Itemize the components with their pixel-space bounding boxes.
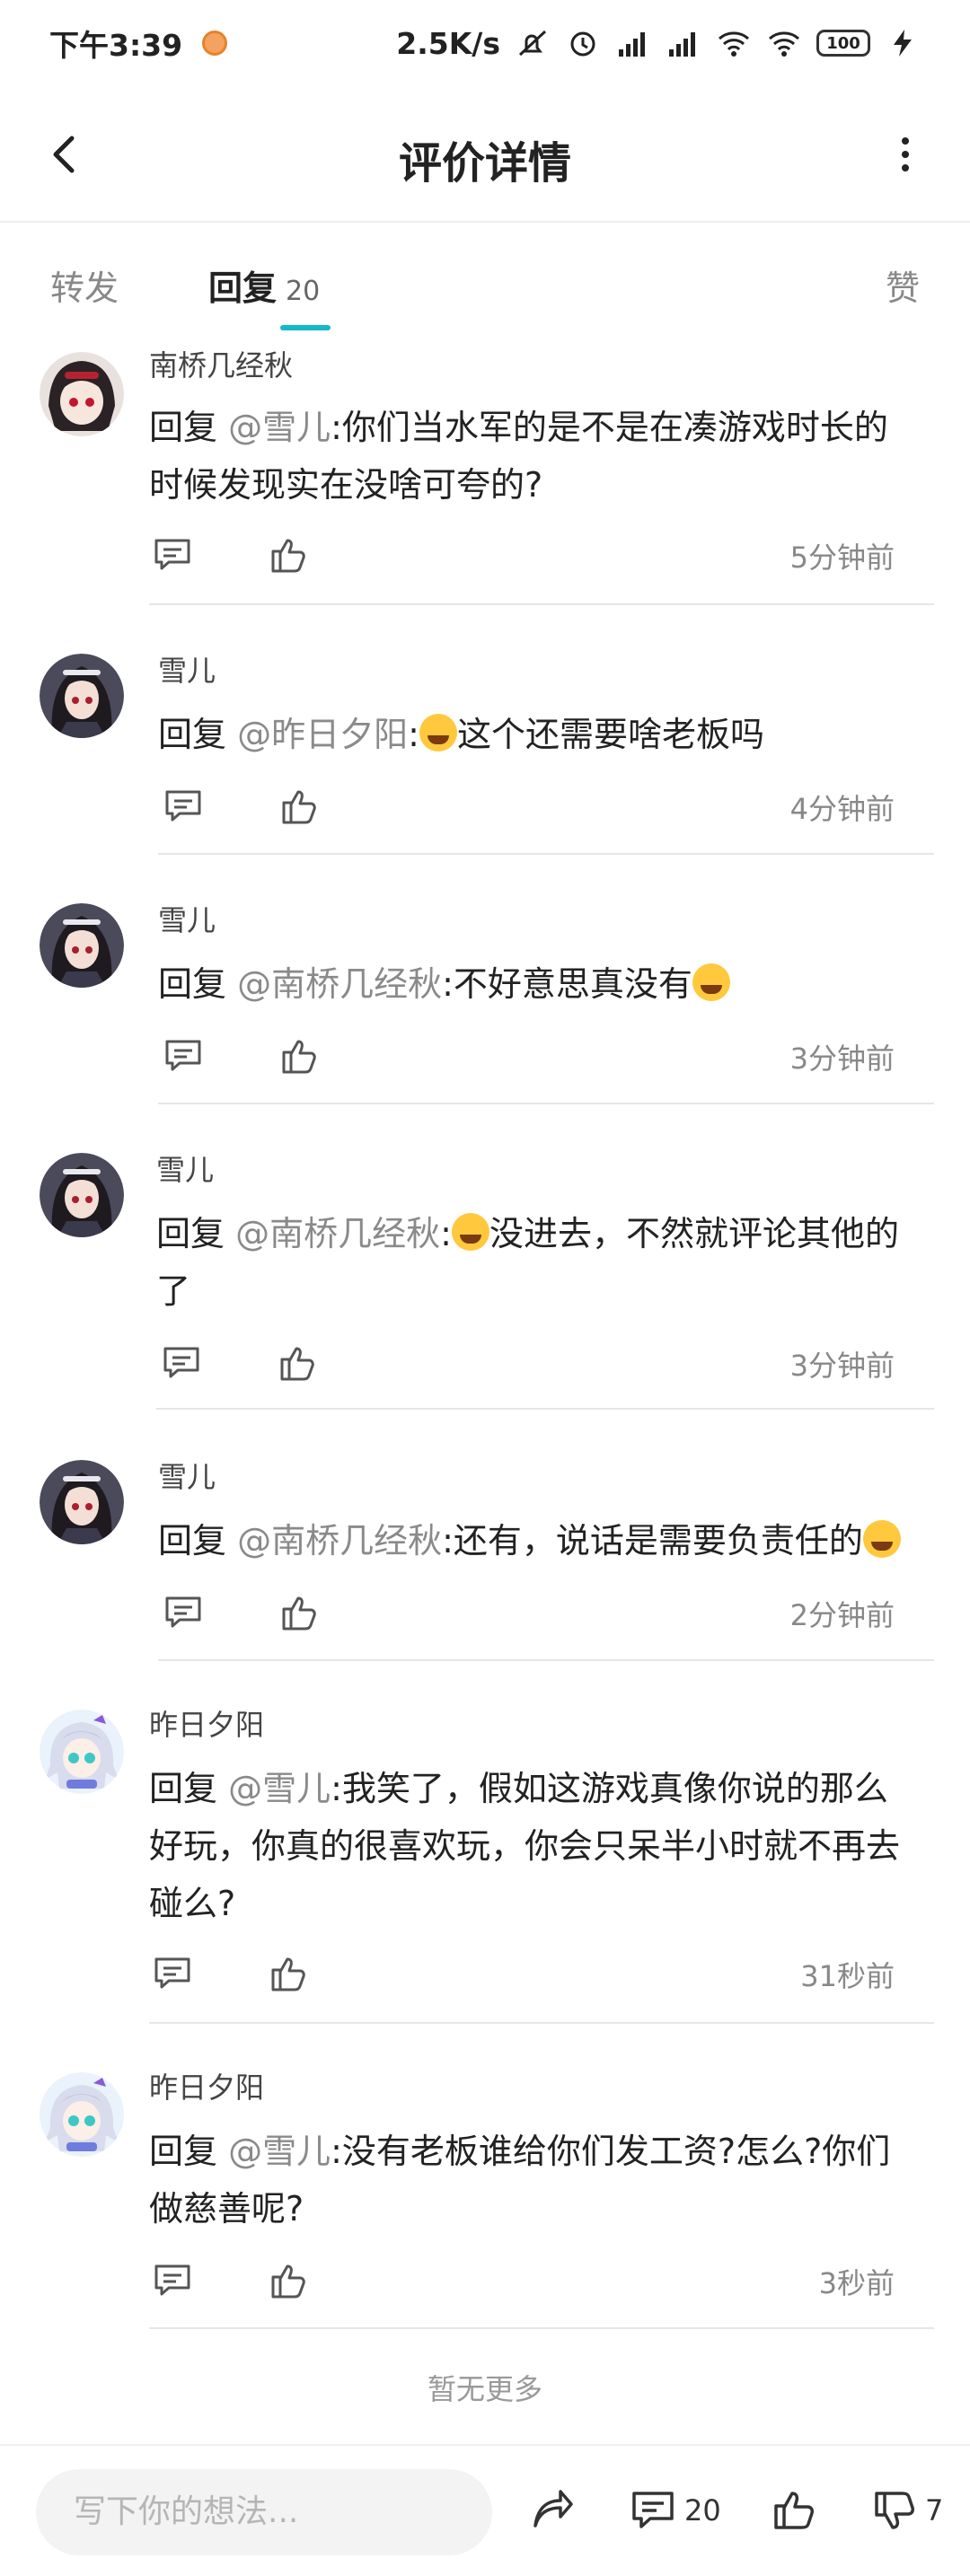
reply-comment-icon[interactable] bbox=[151, 1952, 194, 1995]
more-vertical-icon[interactable] bbox=[877, 126, 934, 183]
comment-time: 2分钟前 bbox=[789, 1598, 895, 1632]
mention-link[interactable]: @雪儿 bbox=[228, 408, 331, 447]
divider bbox=[156, 1408, 934, 1410]
comment-text: 回复 @南桥几经秋: 没进去，不然就评论其他的了 bbox=[156, 1213, 899, 1311]
avatar[interactable] bbox=[40, 654, 124, 738]
comment-author[interactable]: 昨日夕阳 bbox=[149, 2065, 264, 2106]
grin-emoji-icon bbox=[862, 1520, 901, 1558]
thumbs-up-icon[interactable] bbox=[266, 533, 309, 576]
signal-hd-icon bbox=[619, 32, 645, 57]
tab-bar: 转发 回复 20 赞 bbox=[0, 224, 970, 330]
no-more-text: 暂无更多 bbox=[427, 2372, 542, 2406]
page-title: 评价详情 bbox=[398, 138, 571, 189]
thumbs-up-icon bbox=[774, 2492, 814, 2529]
alarm-icon bbox=[570, 31, 595, 57]
tab-like[interactable]: 赞 bbox=[886, 260, 920, 310]
network-speed: 2.5K/s bbox=[396, 25, 500, 61]
comment-input[interactable]: 写下你的想法... bbox=[36, 2469, 492, 2555]
thumbs-up-icon[interactable] bbox=[266, 1952, 309, 1995]
charging-icon bbox=[894, 30, 912, 57]
thumbs-down-icon bbox=[875, 2492, 914, 2529]
tab-forward[interactable]: 转发 bbox=[50, 260, 119, 310]
comment-text: 回复 @昨日夕阳: 这个还需要啥老板吗 bbox=[158, 714, 764, 754]
comment-time: 31秒前 bbox=[800, 1959, 895, 1993]
laugh-cry-emoji-icon bbox=[451, 1213, 489, 1251]
mention-link[interactable]: @雪儿 bbox=[228, 1769, 331, 1808]
divider bbox=[149, 2022, 934, 2024]
mention-link[interactable]: @南桥几经秋 bbox=[235, 1214, 440, 1253]
comments-button[interactable]: 20 bbox=[629, 2485, 721, 2536]
mention-link[interactable]: @南桥几经秋 bbox=[237, 964, 442, 1004]
avatar[interactable] bbox=[40, 1153, 124, 1237]
divider bbox=[149, 2327, 934, 2329]
dislike-button[interactable]: 7 bbox=[869, 2485, 943, 2536]
reply-comment-icon[interactable] bbox=[162, 1034, 205, 1077]
comment-text: 回复 @南桥几经秋:还有，说话是需要负责任的 bbox=[158, 1512, 948, 1569]
avatar[interactable] bbox=[40, 352, 124, 436]
signal-hd-icon-2 bbox=[669, 32, 695, 57]
comment-text: 回复 @雪儿:你们当水军的是不是在凑游戏时长的时候发现实在没啥可夸的? bbox=[149, 408, 888, 505]
comment-author[interactable]: 雪儿 bbox=[158, 648, 216, 690]
thumbs-up-icon[interactable] bbox=[266, 2259, 309, 2302]
share-button[interactable] bbox=[528, 2485, 577, 2536]
reply-comment-icon[interactable] bbox=[151, 533, 194, 576]
mention-link[interactable]: @雪儿 bbox=[228, 2132, 331, 2171]
clock: 下午3:39 bbox=[49, 28, 183, 63]
comment-text: 回复 @南桥几经秋:不好意思真没有 bbox=[158, 955, 930, 1013]
reply-comment-icon[interactable] bbox=[160, 1341, 203, 1385]
comment-icon bbox=[632, 2492, 674, 2528]
share-icon bbox=[534, 2490, 573, 2528]
wifi-icon-2 bbox=[769, 31, 799, 57]
dislike-count: 7 bbox=[925, 2493, 944, 2528]
status-bar: 下午3:39 2.5K/s 100 bbox=[0, 0, 970, 86]
comment-time: 3秒前 bbox=[818, 2266, 895, 2300]
header: 评价详情 bbox=[0, 86, 970, 223]
bottom-action-bar: 写下你的想法... 20 7 bbox=[0, 2444, 970, 2576]
avatar[interactable] bbox=[40, 1460, 124, 1544]
avatar[interactable] bbox=[40, 2072, 124, 2157]
avatar[interactable] bbox=[40, 903, 124, 988]
comment-author[interactable]: 雪儿 bbox=[158, 1455, 216, 1496]
thumbs-up-icon[interactable] bbox=[277, 1034, 320, 1077]
comment-author[interactable]: 昨日夕阳 bbox=[149, 1702, 264, 1744]
comment-author[interactable]: 雪儿 bbox=[158, 898, 216, 939]
mute-icon bbox=[518, 30, 547, 57]
comment-text: 回复 @雪儿:我笑了，假如这游戏真像你说的那么好玩，你真的很喜欢玩，你会只呆半小… bbox=[149, 1769, 901, 1923]
tab-reply-count: 20 bbox=[286, 276, 321, 307]
like-button[interactable] bbox=[769, 2485, 817, 2536]
thumbs-up-icon[interactable] bbox=[275, 1341, 318, 1385]
comment-count: 20 bbox=[684, 2493, 721, 2528]
battery-indicator: 100 bbox=[816, 30, 870, 57]
laugh-cry-emoji-icon bbox=[692, 963, 730, 1001]
tab-reply-label: 回复 bbox=[208, 268, 278, 308]
app-notification-icon bbox=[202, 31, 228, 56]
tab-reply[interactable]: 回复 20 bbox=[208, 260, 320, 310]
thumbs-up-icon[interactable] bbox=[277, 785, 320, 828]
comment-time: 3分钟前 bbox=[789, 1349, 895, 1383]
divider bbox=[149, 603, 934, 605]
mention-link[interactable]: @昨日夕阳 bbox=[237, 715, 408, 754]
laugh-cry-emoji-icon bbox=[419, 714, 457, 752]
wifi-icon bbox=[719, 31, 749, 57]
comment-time: 4分钟前 bbox=[789, 792, 895, 826]
thumbs-up-icon[interactable] bbox=[277, 1591, 320, 1634]
comment-text: 回复 @雪儿:没有老板谁给你们发工资?怎么?你们做慈善呢? bbox=[149, 2132, 891, 2229]
divider bbox=[158, 1103, 934, 1104]
divider bbox=[158, 853, 934, 855]
mention-link[interactable]: @南桥几经秋 bbox=[237, 1521, 442, 1561]
avatar[interactable] bbox=[40, 1710, 124, 1794]
comment-author[interactable]: 雪儿 bbox=[156, 1147, 214, 1189]
comment-author[interactable]: 南桥几经秋 bbox=[149, 343, 293, 384]
comment-time: 5分钟前 bbox=[789, 541, 895, 575]
reply-comment-icon[interactable] bbox=[162, 1591, 205, 1634]
reply-comment-icon[interactable] bbox=[151, 2259, 194, 2302]
divider bbox=[158, 1659, 934, 1661]
review-detail-page: 下午3:39 2.5K/s 100 评价详情 转发 回复 20 赞 南桥几经秋 bbox=[0, 0, 970, 2576]
tab-active-indicator bbox=[280, 325, 331, 330]
comment-time: 3分钟前 bbox=[789, 1042, 895, 1076]
reply-comment-icon[interactable] bbox=[162, 785, 205, 828]
